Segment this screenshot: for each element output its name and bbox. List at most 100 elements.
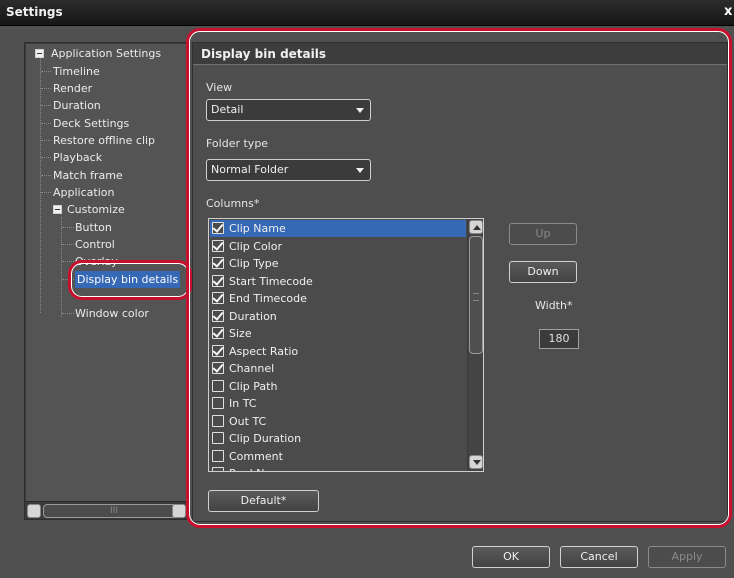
collapse-icon[interactable] — [53, 205, 62, 214]
columns-label: Columns* — [206, 197, 260, 210]
tree-branch — [62, 261, 74, 262]
column-item-label: Aspect Ratio — [229, 344, 299, 358]
tree-line — [61, 217, 62, 317]
column-item-label: End Timecode — [229, 292, 307, 305]
tree-node-display-bin-details[interactable]: Display bin details — [75, 271, 181, 288]
tree-node-match-frame[interactable]: Match frame — [53, 167, 123, 184]
tree-node-button[interactable]: Button — [75, 219, 112, 236]
default-button[interactable]: Default* — [208, 490, 319, 512]
scroll-up-icon[interactable] — [469, 220, 483, 234]
column-item[interactable]: Clip Name — [210, 220, 466, 237]
column-item[interactable]: Reel No — [210, 465, 466, 471]
tree-branch — [62, 313, 74, 314]
column-item-label: Clip Name — [229, 222, 286, 235]
column-item[interactable]: Clip Path — [210, 378, 466, 395]
column-item[interactable]: Clip Type — [210, 255, 466, 272]
column-item[interactable]: Aspect Ratio — [210, 343, 466, 360]
tree-node-playback[interactable]: Playback — [53, 149, 102, 166]
checkbox-checked-icon[interactable] — [212, 274, 224, 287]
column-item[interactable]: Duration — [210, 308, 466, 325]
tree-node-label: Customize — [67, 203, 125, 216]
checkbox-checked-icon[interactable] — [212, 239, 224, 252]
view-dropdown[interactable]: Detail — [206, 99, 371, 121]
column-item-label: Clip Duration — [229, 432, 302, 445]
ok-button[interactable]: OK — [472, 546, 550, 568]
tree-horizontal-scrollbar[interactable]: III — [25, 501, 188, 519]
checkbox-checked-icon[interactable] — [212, 327, 224, 339]
cancel-button[interactable]: Cancel — [560, 546, 638, 568]
checkbox-checked-icon[interactable] — [212, 257, 224, 269]
column-item-label: Clip Color — [229, 239, 282, 253]
checkbox-unchecked-icon[interactable] — [212, 449, 224, 462]
checkbox-unchecked-icon[interactable] — [212, 397, 224, 409]
column-item-label: Duration — [229, 309, 277, 323]
column-item[interactable]: Comment — [210, 448, 466, 465]
column-item-label: Out TC — [229, 414, 267, 428]
scroll-right-icon[interactable] — [172, 504, 186, 518]
folder-type-dropdown[interactable]: Normal Folder — [206, 159, 371, 181]
column-item[interactable]: Start Timecode — [210, 273, 466, 290]
tree-line — [40, 57, 41, 313]
column-item-label: Clip Type — [229, 257, 279, 270]
checkbox-checked-icon[interactable] — [212, 344, 224, 357]
up-button[interactable]: Up — [509, 223, 577, 245]
tree-branch — [41, 88, 51, 89]
column-item-label: Comment — [229, 449, 283, 463]
column-item[interactable]: Clip Color — [210, 238, 466, 255]
tree-node-restore-offline-clip[interactable]: Restore offline clip — [53, 132, 155, 149]
tree-node-overlay[interactable]: Overlay — [75, 253, 118, 270]
columns-vertical-scrollbar[interactable] — [467, 219, 483, 471]
column-item-label: In TC — [229, 397, 257, 410]
display-bin-details-panel: Display bin details View Detail Folder t… — [192, 42, 728, 522]
checkbox-checked-icon[interactable] — [212, 362, 224, 374]
width-field[interactable]: 180 — [539, 329, 579, 349]
tree-node-timeline[interactable]: Timeline — [53, 63, 100, 80]
columns-list[interactable]: Clip Name Clip Color Clip Type Start Timeco… — [208, 218, 484, 472]
column-item[interactable]: End Timecode — [210, 290, 466, 307]
tree-node-deck-settings[interactable]: Deck Settings — [53, 115, 129, 132]
apply-button[interactable]: Apply — [648, 546, 726, 568]
checkbox-checked-icon[interactable] — [212, 292, 224, 304]
scroll-down-icon[interactable] — [469, 455, 483, 469]
column-item[interactable]: Out TC — [210, 413, 466, 430]
column-item-label: Clip Path — [229, 379, 278, 393]
scroll-thumb[interactable] — [469, 236, 483, 354]
column-item[interactable]: Size — [210, 325, 466, 342]
checkbox-checked-icon[interactable] — [212, 222, 224, 234]
window-title: Settings — [6, 5, 63, 19]
tree-node-control[interactable]: Control — [75, 236, 115, 253]
tree-node-label: Application Settings — [51, 47, 162, 60]
column-item-label: Channel — [229, 362, 275, 375]
close-icon[interactable]: x — [724, 5, 734, 19]
title-bar: Settings x — [0, 0, 734, 26]
chevron-down-icon — [356, 168, 364, 173]
checkbox-unchecked-icon[interactable] — [212, 467, 224, 471]
column-item[interactable]: In TC — [210, 395, 466, 412]
tree-branch — [62, 244, 74, 245]
tree-node-application[interactable]: Application — [53, 184, 114, 201]
tree-node-render[interactable]: Render — [53, 80, 92, 97]
tree-node-duration[interactable]: Duration — [53, 97, 101, 114]
scroll-left-icon[interactable] — [27, 504, 41, 518]
view-label: View — [206, 81, 233, 94]
grip-icon — [473, 293, 479, 301]
column-item[interactable]: Clip Duration — [210, 430, 466, 447]
column-item-label: Reel No — [229, 465, 271, 471]
collapse-icon[interactable] — [35, 49, 44, 58]
checkbox-unchecked-icon[interactable] — [212, 414, 224, 427]
column-item-label: Size — [229, 327, 252, 340]
checkbox-checked-icon[interactable] — [212, 309, 224, 322]
tree-branch — [62, 227, 74, 228]
settings-tree: Application Settings Timeline Render Dur… — [24, 42, 189, 520]
folder-type-value: Normal Folder — [211, 163, 289, 176]
tree-node-window-color[interactable]: Window color — [75, 305, 149, 322]
down-button[interactable]: Down — [509, 261, 577, 283]
column-item[interactable]: Channel — [210, 360, 466, 377]
view-value: Detail — [211, 103, 244, 116]
checkbox-unchecked-icon[interactable] — [212, 379, 224, 392]
tree-branch — [62, 279, 74, 280]
tree-branch — [41, 123, 51, 124]
checkbox-unchecked-icon[interactable] — [212, 432, 224, 444]
folder-type-label: Folder type — [206, 137, 269, 150]
scroll-thumb[interactable]: III — [43, 504, 185, 518]
